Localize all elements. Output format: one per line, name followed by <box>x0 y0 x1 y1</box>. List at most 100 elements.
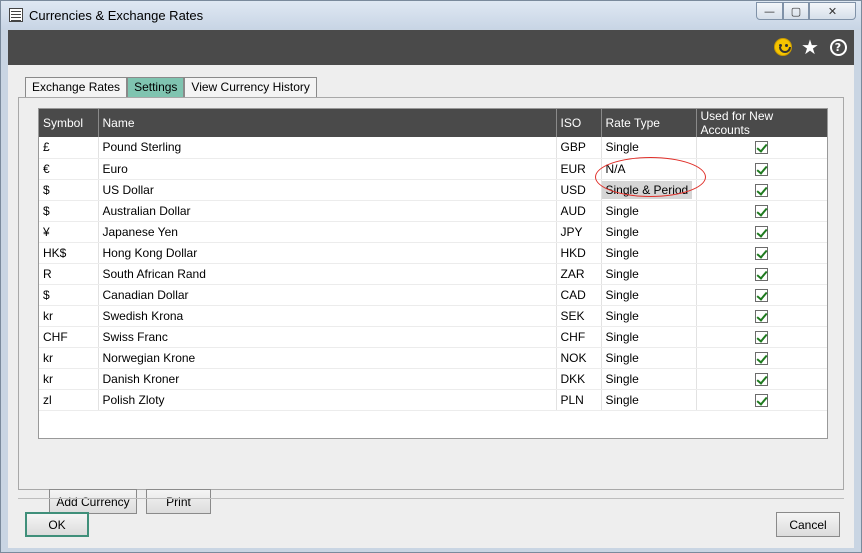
print-label: Print <box>166 494 191 509</box>
cell-rate-type[interactable]: Single <box>601 200 697 222</box>
cell-iso: CHF <box>556 326 602 348</box>
cell-name: Hong Kong Dollar <box>98 242 557 264</box>
cell-filler <box>827 158 828 179</box>
cell-symbol: zl <box>39 389 99 411</box>
cell-rate-type[interactable]: Single <box>601 137 697 159</box>
currency-grid[interactable]: Symbol Name ISO Rate Type Used for New A… <box>38 108 828 439</box>
cell-used-for-new-accounts <box>696 305 827 327</box>
tab-exchange-rates[interactable]: Exchange Rates <box>25 77 128 97</box>
table-row[interactable]: CHF Swiss Franc CHF Single <box>39 326 827 348</box>
tab-view-currency-history[interactable]: View Currency History <box>184 77 317 97</box>
currency-table: Symbol Name ISO Rate Type Used for New A… <box>39 109 828 411</box>
cell-iso: DKK <box>556 368 602 390</box>
table-row[interactable]: kr Swedish Krona SEK Single <box>39 305 827 327</box>
table-row[interactable]: kr Danish Kroner DKK Single <box>39 368 828 390</box>
used-for-new-accounts-checkbox[interactable] <box>755 246 768 260</box>
cell-rate-type[interactable]: N/A <box>601 158 697 180</box>
column-header-used-for-new-accounts[interactable]: Used for New Accounts <box>696 109 827 137</box>
help-icon[interactable]: ? <box>828 37 848 57</box>
cell-iso: SEK <box>556 305 602 327</box>
settings-panel: Symbol Name ISO Rate Type Used for New A… <box>18 97 844 514</box>
cell-filler <box>827 200 828 221</box>
cell-rate-type[interactable]: Single <box>601 263 697 285</box>
table-row[interactable]: kr Norwegian Krone NOK Single <box>39 347 827 369</box>
minimize-button[interactable]: — <box>756 2 783 20</box>
cell-symbol: $ <box>39 284 99 306</box>
table-row[interactable]: $ Australian Dollar AUD Single <box>39 200 828 222</box>
table-row[interactable]: HK$ Hong Kong Dollar HKD Single <box>39 242 828 264</box>
cell-rate-type[interactable]: Single <box>601 305 697 327</box>
cell-filler <box>827 137 828 158</box>
table-row[interactable]: $ Canadian Dollar CAD Single <box>39 284 828 306</box>
used-for-new-accounts-checkbox[interactable] <box>755 183 768 197</box>
used-for-new-accounts-checkbox[interactable] <box>755 288 768 302</box>
cell-rate-type[interactable]: Single <box>601 368 697 390</box>
column-header-symbol[interactable]: Symbol <box>39 109 99 137</box>
cell-filler <box>827 242 828 263</box>
cell-used-for-new-accounts <box>696 221 827 243</box>
table-row[interactable]: £ Pound Sterling GBP Single <box>39 137 828 159</box>
cell-name: South African Rand <box>98 263 557 285</box>
cell-used-for-new-accounts <box>696 137 827 159</box>
used-for-new-accounts-checkbox[interactable] <box>755 141 768 155</box>
smiley-icon[interactable] <box>773 37 793 57</box>
cell-rate-type[interactable]: Single <box>601 242 697 264</box>
print-button[interactable]: Print <box>146 489 211 514</box>
column-header-rate-type[interactable]: Rate Type <box>601 109 697 137</box>
cell-iso: ZAR <box>556 263 602 285</box>
used-for-new-accounts-checkbox[interactable] <box>755 393 768 407</box>
cell-rate-type[interactable]: Single <box>601 221 697 243</box>
table-row[interactable]: zl Polish Zloty PLN Single <box>39 389 828 411</box>
cancel-button[interactable]: Cancel <box>776 512 840 537</box>
rate-type-highlight: Single & Period <box>601 180 693 199</box>
cell-rate-type[interactable]: Single & Period <box>601 179 697 201</box>
cell-symbol: ¥ <box>39 221 99 243</box>
grid-header-row: Symbol Name ISO Rate Type Used for New A… <box>39 109 828 137</box>
table-row[interactable]: R South African Rand ZAR Single <box>39 263 828 285</box>
used-for-new-accounts-checkbox[interactable] <box>755 372 768 386</box>
cell-filler <box>827 368 828 389</box>
close-button[interactable]: ✕ <box>809 2 856 20</box>
cell-filler <box>827 263 828 284</box>
used-for-new-accounts-checkbox[interactable] <box>755 330 768 344</box>
cell-filler <box>827 389 828 410</box>
cell-symbol: kr <box>39 347 99 369</box>
window-title: Currencies & Exchange Rates <box>29 8 204 23</box>
cell-rate-type[interactable]: Single <box>601 389 697 411</box>
used-for-new-accounts-checkbox[interactable] <box>755 225 768 239</box>
used-for-new-accounts-checkbox[interactable] <box>755 309 768 323</box>
tab-strip: Exchange Rates Settings View Currency Hi… <box>25 77 317 97</box>
cell-name: Swiss Franc <box>98 326 557 348</box>
cell-rate-type[interactable]: Single <box>601 326 697 348</box>
table-row[interactable]: € Euro EUR N/A <box>39 158 828 180</box>
cell-name: Pound Sterling <box>98 137 557 159</box>
cell-symbol: HK$ <box>39 242 99 264</box>
column-header-iso[interactable]: ISO <box>556 109 602 137</box>
cell-used-for-new-accounts <box>696 200 827 222</box>
used-for-new-accounts-checkbox[interactable] <box>755 267 768 281</box>
dialog-content: Exchange Rates Settings View Currency Hi… <box>8 65 854 548</box>
cell-used-for-new-accounts <box>696 389 827 411</box>
cell-rate-type[interactable]: Single <box>601 284 697 306</box>
cell-name: Euro <box>98 158 557 180</box>
used-for-new-accounts-checkbox[interactable] <box>755 204 768 218</box>
used-for-new-accounts-checkbox[interactable] <box>755 162 768 176</box>
column-header-filler <box>827 109 828 137</box>
ok-button[interactable]: OK <box>25 512 89 537</box>
tab-settings[interactable]: Settings <box>127 77 185 97</box>
table-row[interactable]: $ US Dollar USD Single & Period <box>39 179 827 201</box>
star-icon[interactable]: ★ <box>800 35 820 59</box>
used-for-new-accounts-checkbox[interactable] <box>755 351 768 365</box>
cell-iso: GBP <box>556 137 602 159</box>
cell-iso: JPY <box>556 221 602 243</box>
maximize-button[interactable]: ▢ <box>783 2 809 20</box>
table-row[interactable]: ¥ Japanese Yen JPY Single <box>39 221 828 243</box>
cell-filler <box>827 221 828 242</box>
column-header-name[interactable]: Name <box>98 109 557 137</box>
app-icon <box>9 8 23 22</box>
add-currency-button[interactable]: Add Currency <box>49 489 137 514</box>
cell-iso: EUR <box>556 158 602 180</box>
cell-filler <box>827 284 828 305</box>
cell-rate-type[interactable]: Single <box>601 347 697 369</box>
cell-used-for-new-accounts <box>696 158 827 180</box>
